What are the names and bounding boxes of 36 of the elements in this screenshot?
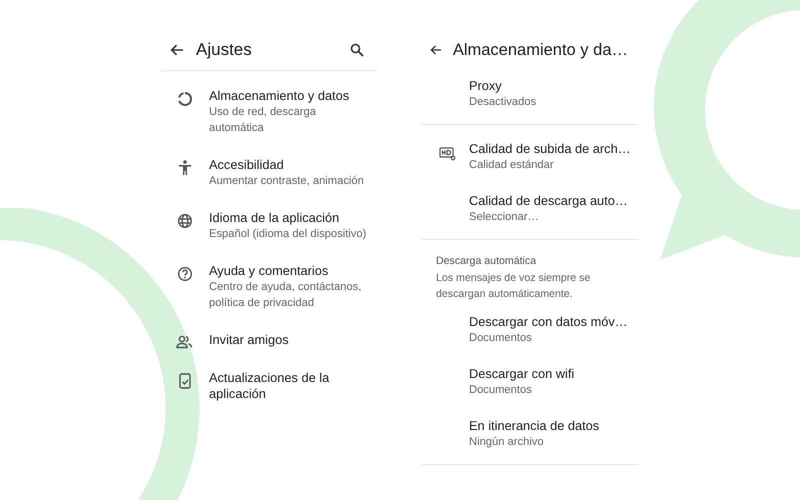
setting-title[interactable]: Descargar con wifi xyxy=(469,366,638,382)
section-header: Descarga automática xyxy=(435,254,538,268)
back-arrow-icon[interactable] xyxy=(430,44,442,56)
section-note: Los mensajes de voz siempre se descargan automáticamente. xyxy=(435,271,592,302)
people-icon xyxy=(176,335,193,349)
setting-subtitle: Español (idioma del dispositivo) xyxy=(209,227,368,242)
setting-subtitle: Uso de red, descarga automática xyxy=(209,105,317,136)
setting-subtitle: Centro de ayuda, contáctanos, política de privacidad xyxy=(209,280,362,311)
setting-subtitle: Ningún archivo xyxy=(469,435,545,450)
setting-subtitle: Aumentar contraste, animación xyxy=(209,174,365,189)
hd-settings-icon xyxy=(439,147,456,161)
setting-title[interactable]: Almacenamiento y datos xyxy=(209,88,371,104)
setting-title[interactable]: Invitar amigos xyxy=(209,332,371,348)
setting-title[interactable]: Proxy xyxy=(469,78,638,94)
setting-title[interactable]: Calidad de subida de arch… xyxy=(469,141,638,157)
search-icon[interactable] xyxy=(350,43,364,57)
setting-subtitle: Documentos xyxy=(469,383,533,398)
circular-progress-icon xyxy=(176,91,192,107)
setting-subtitle: Documentos xyxy=(469,331,533,346)
screen-title: Almacenamiento y da… xyxy=(452,40,628,60)
back-arrow-icon[interactable] xyxy=(170,44,184,56)
help-icon xyxy=(176,266,192,282)
setting-title[interactable]: Descargar con datos móv… xyxy=(469,314,638,330)
accessibility-icon xyxy=(178,160,192,176)
setting-subtitle: Calidad estándar xyxy=(469,158,555,173)
setting-title[interactable]: Calidad de descarga auto… xyxy=(469,193,638,209)
globe-icon xyxy=(176,213,192,229)
phone-check-icon xyxy=(178,373,190,389)
setting-title[interactable]: En itinerancia de datos xyxy=(469,418,638,434)
setting-title[interactable]: Ayuda y comentarios xyxy=(209,263,371,279)
setting-subtitle: Desactivados xyxy=(469,95,538,110)
setting-title[interactable]: Accesibilidad xyxy=(209,157,371,173)
screen-title: Ajustes xyxy=(196,40,253,60)
setting-title[interactable]: Idioma de la aplicación xyxy=(209,210,371,226)
setting-title[interactable]: Actualizaciones de la aplicación xyxy=(209,370,371,402)
setting-subtitle: Seleccionar… xyxy=(469,210,540,225)
